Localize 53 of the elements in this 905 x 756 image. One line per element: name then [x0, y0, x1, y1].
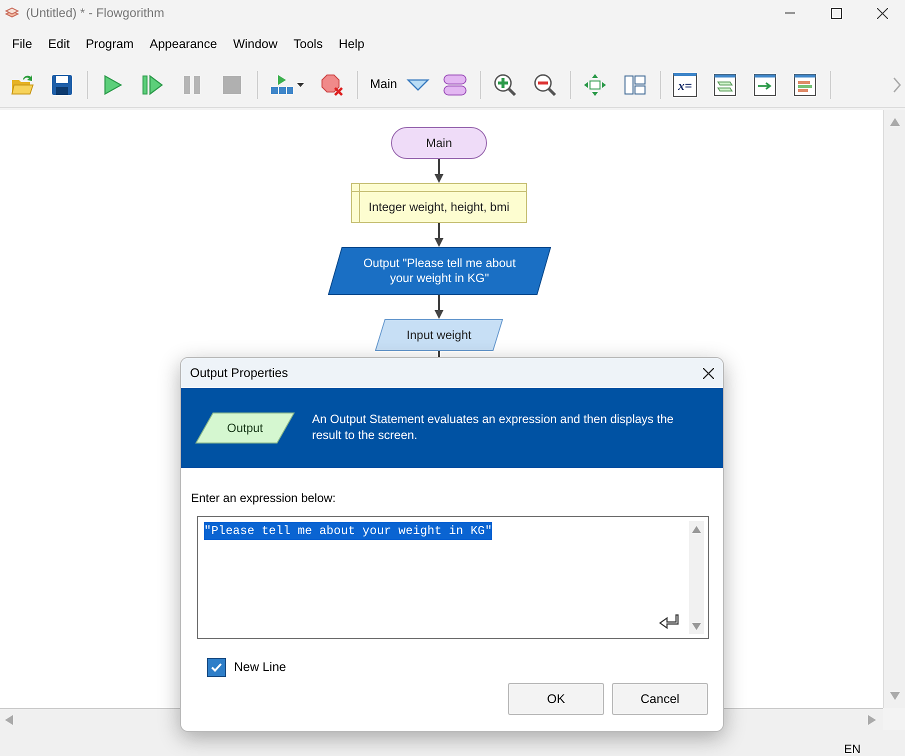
scroll-left-icon[interactable]: [5, 715, 13, 725]
flow-arrow: [434, 159, 444, 183]
menu-item[interactable]: Window: [225, 32, 286, 56]
cancel-button[interactable]: Cancel: [612, 683, 708, 715]
return-icon: [659, 614, 681, 632]
menu-item[interactable]: Appearance: [142, 32, 226, 56]
dialog-title: Output Properties: [190, 364, 288, 382]
new-line-checkbox[interactable]: [207, 658, 226, 677]
window-title: (Untitled) * - Flowgorithm: [26, 4, 164, 22]
zoom-in-icon: [493, 72, 518, 96]
scroll-down-icon[interactable]: [692, 623, 701, 630]
scroll-up-icon[interactable]: [890, 118, 900, 126]
maximize-icon: [830, 8, 842, 18]
output-node[interactable]: Output "Please tell me about your weight in KG": [328, 247, 551, 295]
menu-item[interactable]: File: [4, 32, 40, 56]
field-label: Enter an expression below:: [191, 490, 336, 507]
pill-icon: [443, 72, 468, 96]
stop-sign-icon: [320, 72, 344, 96]
caret-icon: [297, 82, 304, 86]
save-icon: [50, 72, 74, 96]
arrow-window-icon: [753, 72, 778, 96]
expression-field[interactable]: "Please tell me about your weight in KG": [197, 516, 709, 639]
blocks-icon: [270, 72, 294, 96]
close-icon: [876, 8, 888, 18]
output-shape: Output: [195, 412, 295, 444]
bars-window-icon: [793, 72, 818, 96]
folder-icon: [10, 72, 34, 96]
zoom-out-icon: [533, 72, 558, 96]
language-indicator: EN: [844, 741, 861, 756]
check-icon: [211, 663, 222, 672]
ok-button[interactable]: OK: [508, 683, 604, 715]
step-icon: [140, 72, 164, 96]
terminal-node[interactable]: Main: [391, 127, 487, 159]
move-arrows-icon: [583, 72, 608, 96]
flow-arrow: [434, 295, 444, 319]
scroll-up-icon[interactable]: [692, 526, 701, 533]
declare-node[interactable]: Integer weight, height, bmi: [351, 183, 527, 223]
checkbox-label: New Line: [234, 659, 286, 676]
panels-icon: [623, 72, 648, 96]
dialog-description: An Output Statement evaluates an expression and then displays the result to the screen.: [312, 412, 675, 444]
assign-button[interactable]: x=: [665, 66, 706, 102]
menu-item[interactable]: Tools: [286, 32, 331, 56]
function-name: Main: [370, 76, 398, 94]
scroll-right-icon[interactable]: [868, 715, 876, 725]
menu-item[interactable]: Help: [330, 32, 372, 56]
chevron-icon: [893, 76, 901, 92]
scroll-down-icon[interactable]: [890, 692, 900, 700]
menu-item[interactable]: Program: [78, 32, 142, 56]
close-icon: [702, 368, 714, 378]
menu-item[interactable]: Edit: [40, 32, 78, 56]
window-icon: [713, 72, 738, 96]
input-node[interactable]: Input weight: [375, 319, 503, 351]
flow-arrow: [434, 223, 444, 247]
